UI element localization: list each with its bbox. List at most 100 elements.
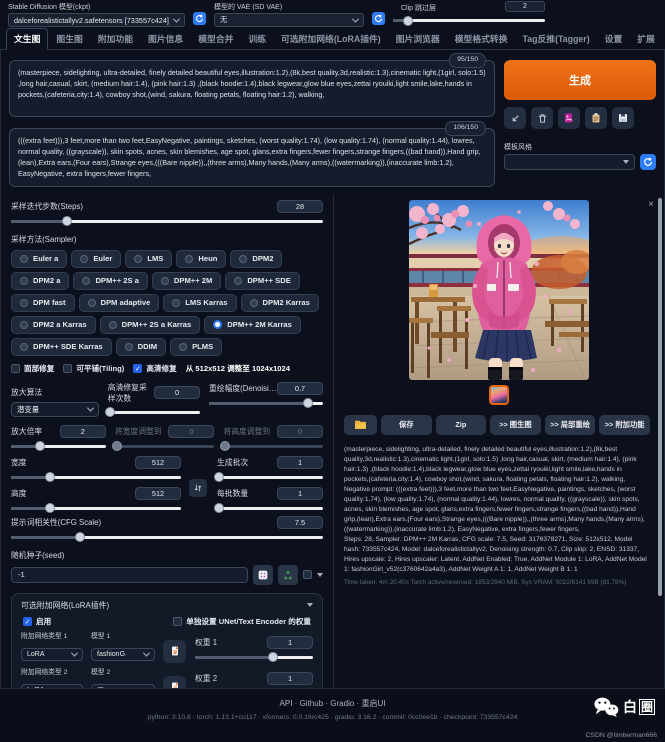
seed-extra-checkbox[interactable] bbox=[303, 570, 312, 579]
height-slider[interactable] bbox=[11, 507, 181, 510]
sampler-option[interactable]: DPM2 bbox=[230, 250, 282, 268]
tab-train[interactable]: 训练 bbox=[241, 29, 273, 49]
style-dropdown[interactable] bbox=[504, 154, 635, 170]
restore-faces-toggle[interactable]: 面部修复 bbox=[11, 363, 54, 374]
steps-slider[interactable] bbox=[11, 220, 323, 223]
reuse-seed-button[interactable] bbox=[278, 565, 298, 585]
tab-image-browser[interactable]: 图片浏览器 bbox=[389, 29, 447, 49]
height-value[interactable]: 512 bbox=[135, 487, 181, 500]
generated-image[interactable] bbox=[409, 200, 589, 380]
style-refresh-button[interactable] bbox=[640, 154, 656, 170]
batch-count-slider[interactable] bbox=[217, 476, 323, 479]
tab-settings[interactable]: 设置 bbox=[598, 29, 630, 49]
sampler-option[interactable]: DPM++ SDE bbox=[225, 272, 299, 290]
tab-txt2img[interactable]: 文生图 bbox=[6, 28, 48, 50]
positive-prompt-input[interactable]: 95/150 (masterpiece, sidelighting, ultra… bbox=[9, 60, 495, 117]
read-params-button[interactable] bbox=[504, 107, 526, 129]
lora-model-dropdown[interactable]: fashionG bbox=[91, 648, 155, 661]
tab-extensions[interactable]: 扩展 bbox=[630, 29, 662, 49]
sampler-option[interactable]: DPM++ 2S a bbox=[73, 272, 147, 290]
steps-value[interactable]: 28 bbox=[277, 200, 323, 213]
sampler-option[interactable]: Euler a bbox=[11, 250, 67, 268]
hires-fix-toggle[interactable]: ✓高清修复 bbox=[133, 363, 176, 374]
lora-separate-toggle[interactable]: 单独设置 UNet/Text Encoder 的权重 bbox=[173, 616, 311, 627]
sampler-option[interactable]: DPM2 a Karras bbox=[11, 316, 96, 334]
tab-tagger[interactable]: Tag反推(Tagger) bbox=[516, 29, 597, 49]
sampler-option[interactable]: DPM fast bbox=[11, 294, 75, 312]
sampler-option-selected[interactable]: DPM++ 2M Karras bbox=[204, 316, 301, 334]
send-to-extras-button[interactable]: >> 附加功能 bbox=[599, 415, 650, 435]
lora-enable-toggle[interactable]: ✓启用 bbox=[23, 616, 51, 627]
sampler-option[interactable]: DPM++ 2S a Karras bbox=[100, 316, 201, 334]
sampler-option-label: DPM2 a Karras bbox=[33, 320, 87, 329]
clip-skip-slider[interactable] bbox=[393, 19, 545, 22]
lora-weight-value[interactable]: 1 bbox=[267, 672, 313, 685]
upscale-by-slider[interactable] bbox=[11, 445, 106, 448]
lora-header[interactable]: 可选附加网络(LoRA插件) bbox=[21, 600, 313, 611]
checkpoint-dropdown[interactable]: dalceforealistictallyv2.safetensors [733… bbox=[8, 13, 185, 27]
tab-extras[interactable]: 附加功能 bbox=[91, 29, 140, 49]
sampler-option[interactable]: DDIM bbox=[116, 338, 166, 356]
sampler-option[interactable]: DPM++ SDE Karras bbox=[11, 338, 112, 356]
save-image-button[interactable]: 保存 bbox=[381, 415, 432, 435]
sampler-option[interactable]: DPM++ 2M bbox=[152, 272, 221, 290]
sampler-option[interactable]: PLMS bbox=[170, 338, 222, 356]
lora-info-button[interactable] bbox=[163, 640, 186, 663]
reload-ui-link[interactable]: 重启UI bbox=[361, 699, 385, 708]
result-scrollbar[interactable] bbox=[658, 198, 662, 596]
negative-prompt-input[interactable]: 106/150 (((extra feet))),3 feet,more tha… bbox=[9, 128, 495, 187]
sampler-option[interactable]: Euler bbox=[71, 250, 121, 268]
seed-input[interactable]: -1 bbox=[11, 567, 248, 583]
tab-png-info[interactable]: 图片信息 bbox=[141, 29, 190, 49]
clear-prompt-button[interactable] bbox=[531, 107, 553, 129]
denoise-slider[interactable] bbox=[209, 402, 323, 405]
zip-button[interactable]: Zip bbox=[436, 415, 487, 435]
lora-weight-value[interactable]: 1 bbox=[267, 636, 313, 649]
apply-style-button[interactable] bbox=[585, 107, 607, 129]
clip-skip-value[interactable]: 2 bbox=[505, 1, 545, 12]
open-folder-button[interactable] bbox=[344, 415, 377, 435]
tiling-toggle[interactable]: 可平铺(Tiling) bbox=[63, 363, 124, 374]
swap-dimensions-button[interactable] bbox=[189, 479, 207, 497]
cfg-slider[interactable] bbox=[11, 536, 323, 539]
hires-steps-value[interactable]: 0 bbox=[154, 386, 200, 399]
checkpoint-refresh-button[interactable] bbox=[193, 12, 206, 25]
hires-steps-slider[interactable] bbox=[108, 411, 200, 414]
generate-button[interactable]: 生成 bbox=[504, 60, 656, 100]
random-seed-button[interactable] bbox=[253, 565, 273, 585]
denoise-value[interactable]: 0.7 bbox=[277, 382, 323, 395]
batch-size-value[interactable]: 1 bbox=[277, 487, 323, 500]
extra-networks-button[interactable] bbox=[558, 107, 580, 129]
sampler-option[interactable]: LMS bbox=[125, 250, 172, 268]
upscaler-dropdown[interactable]: 潜变量 bbox=[11, 402, 99, 417]
width-value[interactable]: 512 bbox=[135, 456, 181, 469]
tab-model-converter[interactable]: 模型格式转换 bbox=[448, 29, 515, 49]
vae-dropdown[interactable]: 无 bbox=[214, 13, 364, 27]
gradio-link[interactable]: Gradio bbox=[330, 699, 354, 708]
vae-refresh-button[interactable] bbox=[372, 12, 385, 25]
tab-checkpoint-merger[interactable]: 模型合并 bbox=[191, 29, 240, 49]
send-to-inpaint-button[interactable]: >> 局部重绘 bbox=[545, 415, 596, 435]
send-to-img2img-button[interactable]: >> 图生图 bbox=[490, 415, 541, 435]
sampler-option[interactable]: DPM adaptive bbox=[79, 294, 160, 312]
save-style-button[interactable] bbox=[612, 107, 634, 129]
batch-size-slider[interactable] bbox=[217, 507, 323, 510]
close-image-button[interactable]: × bbox=[648, 200, 654, 210]
sampler-option[interactable]: Heun bbox=[176, 250, 226, 268]
github-link[interactable]: Github bbox=[300, 699, 324, 708]
lora-type-dropdown[interactable]: LoRA bbox=[21, 648, 83, 661]
lora-weight-slider[interactable] bbox=[195, 656, 313, 659]
sampler-option[interactable]: DPM2 Karras bbox=[241, 294, 319, 312]
batch-count-value[interactable]: 1 bbox=[277, 456, 323, 469]
tab-img2img[interactable]: 图生图 bbox=[49, 29, 89, 49]
tab-additional-networks[interactable]: 可选附加网络(LoRA插件) bbox=[274, 29, 388, 49]
seed-extra-arrow-icon[interactable] bbox=[317, 573, 323, 577]
cfg-value[interactable]: 7.5 bbox=[277, 516, 323, 529]
image-thumbnail[interactable] bbox=[489, 385, 509, 405]
lora-info-button[interactable] bbox=[163, 676, 186, 688]
sampler-option[interactable]: LMS Karras bbox=[163, 294, 236, 312]
width-slider[interactable] bbox=[11, 476, 181, 479]
upscale-by-value[interactable]: 2 bbox=[60, 425, 106, 438]
sampler-option[interactable]: DPM2 a bbox=[11, 272, 69, 290]
api-link[interactable]: API bbox=[280, 699, 293, 708]
